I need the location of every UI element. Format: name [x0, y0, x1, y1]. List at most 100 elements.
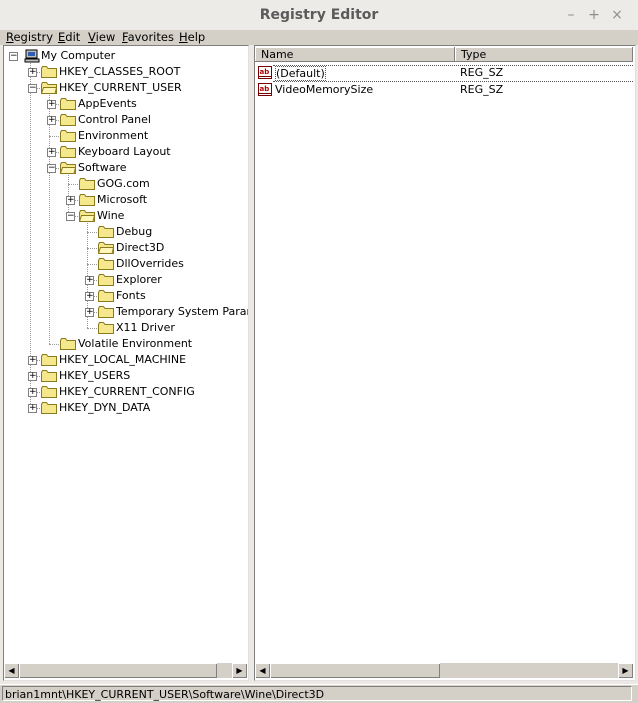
- tree-node-environment[interactable]: Environment: [4, 128, 244, 144]
- tree-node-label: GOG.com: [97, 177, 150, 190]
- tree-node-hkey-users[interactable]: + HKEY_USERS: [4, 368, 244, 384]
- tree-node-explorer[interactable]: + Explorer: [4, 272, 244, 288]
- menu-edit[interactable]: Edit: [58, 30, 80, 45]
- tree-node-gog-com[interactable]: GOG.com: [4, 176, 244, 192]
- expand-toggle[interactable]: +: [85, 308, 94, 317]
- window-title: Registry Editor: [259, 7, 379, 23]
- tree-node-control-panel[interactable]: + Control Panel: [4, 112, 244, 128]
- column-header-name[interactable]: Name: [255, 47, 455, 62]
- string-value-icon: ab: [258, 66, 272, 79]
- tree-node-label: HKEY_USERS: [59, 369, 131, 382]
- folder-icon: [41, 66, 57, 78]
- scroll-right-button[interactable]: ▶: [618, 663, 633, 678]
- menu-bar: Registry Edit View Favorites Help: [0, 30, 638, 45]
- tree-node-debug[interactable]: Debug: [4, 224, 244, 240]
- expand-toggle[interactable]: +: [66, 196, 75, 205]
- folder-icon: [60, 146, 76, 158]
- folder-icon: [41, 402, 57, 414]
- tree-node-hkey-current-config[interactable]: + HKEY_CURRENT_CONFIG: [4, 384, 244, 400]
- menu-favorites[interactable]: Favorites: [122, 30, 174, 45]
- tree-node-label: Environment: [78, 129, 149, 142]
- title-bar: Registry Editor – + ×: [0, 0, 638, 31]
- string-value-icon: ab: [258, 83, 272, 96]
- open-folder-icon: [60, 162, 76, 174]
- folder-icon: [98, 322, 114, 334]
- column-header-type[interactable]: Type: [455, 47, 633, 62]
- tree-node-microsoft[interactable]: + Microsoft: [4, 192, 244, 208]
- tree-node-label: HKEY_DYN_DATA: [59, 401, 151, 414]
- tree-node-label: Direct3D: [116, 241, 165, 254]
- scroll-left-button[interactable]: ◀: [4, 663, 19, 678]
- tree-root-my-computer[interactable]: − My Computer: [4, 48, 244, 64]
- tree-node-label: My Computer: [41, 49, 116, 62]
- svg-text:ab: ab: [260, 68, 270, 76]
- menu-edit-label: dit: [65, 30, 81, 44]
- maximize-button[interactable]: +: [584, 5, 604, 25]
- folder-icon: [98, 274, 114, 286]
- tree-node-label: HKEY_CURRENT_CONFIG: [59, 385, 195, 398]
- scroll-right-button[interactable]: ▶: [232, 663, 247, 678]
- status-bar: brian1mnt\HKEY_CURRENT_USER\Software\Win…: [0, 684, 638, 703]
- expand-toggle[interactable]: +: [28, 372, 37, 381]
- collapse-toggle[interactable]: −: [66, 212, 75, 221]
- tree-node-direct3d[interactable]: Direct3D: [4, 240, 244, 256]
- svg-text:ab: ab: [260, 85, 270, 93]
- tree-node-hkey-dyn-data[interactable]: + HKEY_DYN_DATA: [4, 400, 244, 416]
- menu-view[interactable]: View: [88, 30, 115, 45]
- tree-node-hkey-current-user[interactable]: − HKEY_CURRENT_USER: [4, 80, 244, 96]
- list-horizontal-scrollbar[interactable]: ◀ ▶: [255, 663, 633, 678]
- tree-node-keyboard-layout[interactable]: + Keyboard Layout: [4, 144, 244, 160]
- expand-toggle[interactable]: +: [47, 148, 56, 157]
- tree-node-fonts[interactable]: + Fonts: [4, 288, 244, 304]
- scroll-thumb[interactable]: [19, 663, 217, 678]
- tree-node-label: Volatile Environment: [78, 337, 193, 350]
- tree-node-dlloverrides[interactable]: DllOverrides: [4, 256, 244, 272]
- tree-node-label: DllOverrides: [116, 257, 184, 270]
- tree-node-wine[interactable]: − Wine: [4, 208, 244, 224]
- tree-node-appevents[interactable]: + AppEvents: [4, 96, 244, 112]
- expand-toggle[interactable]: +: [28, 404, 37, 413]
- scroll-thumb[interactable]: [270, 663, 440, 678]
- collapse-toggle[interactable]: −: [9, 52, 18, 61]
- open-folder-icon: [79, 210, 95, 222]
- menu-favorites-label: avorites: [127, 30, 174, 44]
- tree-node-label: Keyboard Layout: [78, 145, 171, 158]
- menu-help[interactable]: Help: [179, 30, 205, 45]
- open-folder-icon: [98, 242, 114, 254]
- tree-node-label: HKEY_LOCAL_MACHINE: [59, 353, 187, 366]
- value-type: REG_SZ: [460, 83, 504, 96]
- tree-node-hkey-local-machine[interactable]: + HKEY_LOCAL_MACHINE: [4, 352, 244, 368]
- tree-node-hkey-classes-root[interactable]: + HKEY_CLASSES_ROOT: [4, 64, 244, 80]
- expand-toggle[interactable]: +: [85, 292, 94, 301]
- open-folder-icon: [41, 82, 57, 94]
- key-tree-pane[interactable]: − My Computer + HKEY_CLASSES_ROOT − HKEY_CU…: [3, 45, 249, 681]
- tree-node-x11-driver[interactable]: X11 Driver: [4, 320, 244, 336]
- menu-registry-label: egistry: [13, 30, 54, 44]
- folder-icon: [41, 354, 57, 366]
- expand-toggle[interactable]: +: [85, 276, 94, 285]
- folder-icon: [79, 194, 95, 206]
- scroll-left-button[interactable]: ◀: [255, 663, 270, 678]
- menu-help-label: elp: [187, 30, 206, 44]
- tree-node-software[interactable]: − Software: [4, 160, 244, 176]
- collapse-toggle[interactable]: −: [47, 164, 56, 173]
- expand-toggle[interactable]: +: [47, 100, 56, 109]
- tree-node-label: Temporary System Paramet: [116, 305, 248, 318]
- tree-node-label: Debug: [116, 225, 153, 238]
- list-row[interactable]: ab VideoMemorySize REG_SZ: [255, 82, 633, 98]
- expand-toggle[interactable]: +: [28, 356, 37, 365]
- expand-toggle[interactable]: +: [28, 68, 37, 77]
- expand-toggle[interactable]: +: [28, 388, 37, 397]
- expand-toggle[interactable]: +: [47, 116, 56, 125]
- collapse-toggle[interactable]: −: [28, 84, 37, 93]
- tree-node-label: Explorer: [116, 273, 162, 286]
- tree-node-label: Control Panel: [78, 113, 151, 126]
- minimize-button[interactable]: –: [561, 5, 581, 25]
- tree-node-label: Fonts: [116, 289, 146, 302]
- tree-node-temporary-system-paramet[interactable]: + Temporary System Paramet: [4, 304, 248, 320]
- close-button[interactable]: ×: [607, 5, 627, 25]
- tree-horizontal-scrollbar[interactable]: ◀ ▶: [4, 663, 247, 678]
- menu-registry[interactable]: Registry: [6, 30, 53, 45]
- values-list-pane[interactable]: Name Type ab (Default) REG_SZ ab VideoMemory…: [254, 45, 636, 681]
- tree-node-volatile-environment[interactable]: Volatile Environment: [4, 336, 244, 352]
